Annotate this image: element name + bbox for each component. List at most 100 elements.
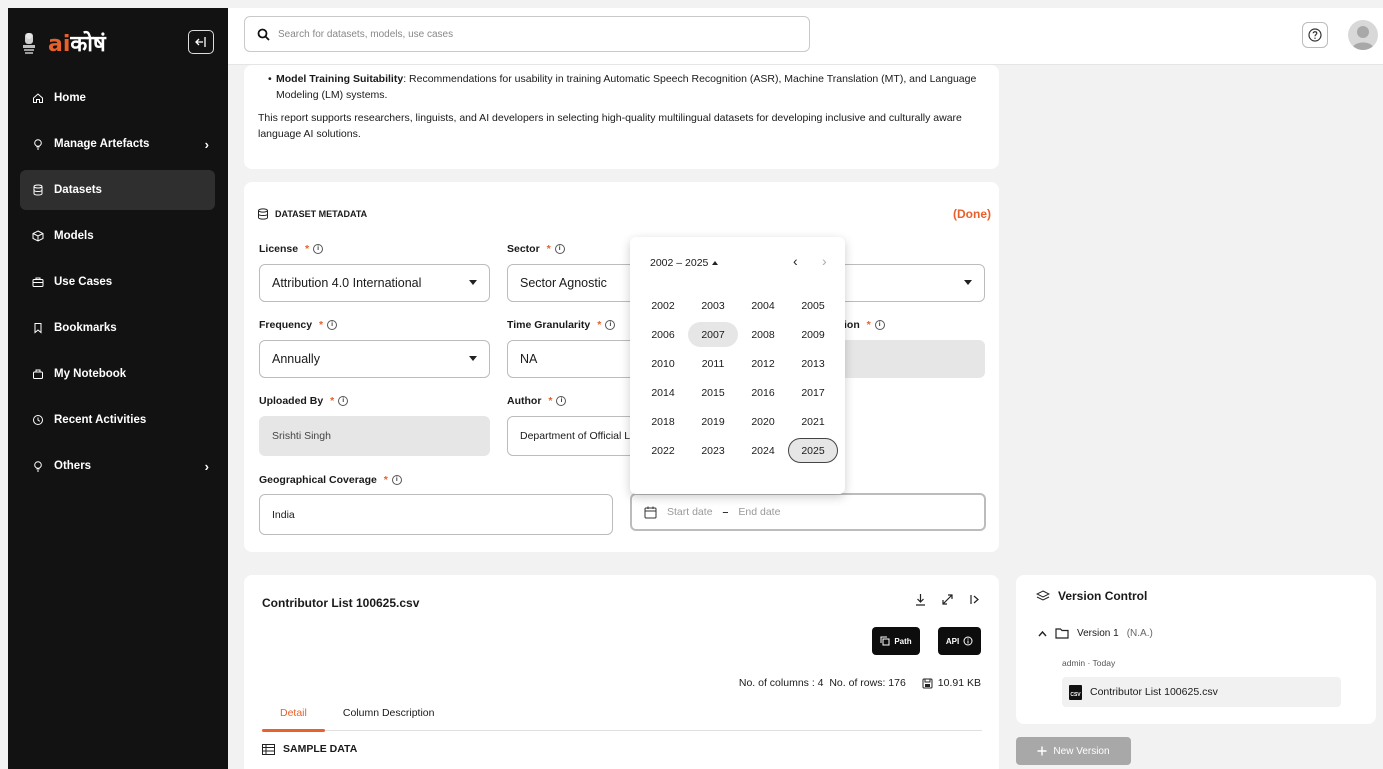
sidebar-item-models[interactable]: Models bbox=[20, 216, 215, 256]
search-bar[interactable] bbox=[244, 16, 810, 52]
year-option[interactable]: 2016 bbox=[738, 380, 788, 405]
year-option[interactable]: 2007 bbox=[688, 322, 738, 347]
info-icon[interactable]: i bbox=[605, 320, 616, 330]
uploaded-by-label: Uploaded By * i bbox=[259, 395, 349, 407]
geo-coverage-field[interactable]: India bbox=[259, 494, 613, 535]
year-range-toggle[interactable]: 2002 – 2025 bbox=[650, 257, 719, 269]
expand-icon[interactable] bbox=[941, 593, 954, 606]
info-icon[interactable]: i bbox=[327, 320, 338, 330]
sidebar-item-label: Recent Activities bbox=[54, 414, 147, 426]
year-option[interactable]: 2014 bbox=[638, 380, 688, 405]
sidebar-item-datasets[interactable]: Datasets bbox=[20, 170, 215, 210]
database-icon bbox=[258, 208, 268, 220]
collapse-panel-icon[interactable] bbox=[968, 593, 981, 606]
database-icon bbox=[30, 182, 46, 198]
file-toolbar bbox=[914, 593, 981, 606]
year-option[interactable]: 2013 bbox=[788, 351, 838, 376]
date-separator: – bbox=[722, 506, 729, 518]
year-option[interactable]: 2015 bbox=[688, 380, 738, 405]
year-option[interactable]: 2005 bbox=[788, 293, 838, 318]
date-range-input[interactable]: Start date – End date bbox=[630, 493, 986, 531]
info-icon[interactable]: i bbox=[338, 396, 349, 406]
start-date-placeholder[interactable]: Start date bbox=[667, 506, 713, 518]
info-icon[interactable]: i bbox=[554, 244, 565, 254]
info-icon[interactable]: i bbox=[556, 396, 567, 406]
top-bar bbox=[228, 8, 1383, 65]
api-button[interactable]: API bbox=[938, 627, 981, 655]
year-option[interactable]: 2017 bbox=[788, 380, 838, 405]
folder-icon bbox=[1055, 628, 1069, 639]
sidebar-item-others[interactable]: Others › bbox=[20, 446, 215, 486]
caret-down-icon bbox=[964, 280, 972, 285]
description-card: Model Training Suitability: Recommendati… bbox=[244, 65, 999, 169]
year-option[interactable]: 2012 bbox=[738, 351, 788, 376]
frequency-label: Frequency * i bbox=[259, 319, 338, 331]
chevron-up-icon[interactable] bbox=[1038, 630, 1047, 637]
sidebar-item-label: Use Cases bbox=[54, 276, 113, 288]
version-note: (N.A.) bbox=[1126, 627, 1153, 639]
frequency-select[interactable]: Annually bbox=[259, 340, 490, 378]
year-option[interactable]: 2025 bbox=[788, 438, 838, 463]
year-option[interactable]: 2019 bbox=[688, 409, 738, 434]
info-icon[interactable]: i bbox=[313, 244, 324, 254]
year-option[interactable]: 2002 bbox=[638, 293, 688, 318]
previous-years-button[interactable]: ‹ bbox=[793, 253, 798, 269]
year-option[interactable]: 2021 bbox=[788, 409, 838, 434]
download-icon[interactable] bbox=[914, 593, 927, 606]
file-size: 10.91 KB bbox=[937, 677, 981, 689]
info-icon[interactable]: i bbox=[391, 475, 402, 485]
calendar-icon bbox=[644, 506, 657, 518]
avatar[interactable] bbox=[1348, 20, 1378, 50]
sidebar-item-recent-activities[interactable]: Recent Activities bbox=[20, 400, 215, 440]
year-option[interactable]: 2022 bbox=[638, 438, 688, 463]
sidebar-item-bookmarks[interactable]: Bookmarks bbox=[20, 308, 215, 348]
columns-count: No. of columns : 4 bbox=[738, 677, 824, 689]
next-years-button[interactable]: › bbox=[822, 253, 827, 269]
tab-column-description[interactable]: Column Description bbox=[325, 699, 453, 730]
version-row[interactable]: Version 1 (N.A.) bbox=[1038, 627, 1153, 639]
collapse-sidebar-button[interactable] bbox=[188, 30, 214, 54]
help-button[interactable] bbox=[1302, 22, 1328, 48]
year-option[interactable]: 2009 bbox=[788, 322, 838, 347]
sidebar-item-manage-artefacts[interactable]: Manage Artefacts › bbox=[20, 124, 215, 164]
sidebar-item-home[interactable]: Home bbox=[20, 78, 215, 118]
sample-data-heading: SAMPLE DATA bbox=[262, 743, 357, 755]
end-date-placeholder[interactable]: End date bbox=[738, 506, 780, 518]
version-meta: admin · Today bbox=[1062, 658, 1116, 668]
year-option[interactable]: 2023 bbox=[688, 438, 738, 463]
sidebar-nav: Home Manage Artefacts › Datasets Models … bbox=[20, 78, 215, 492]
time-granularity-label: Time Granularity * i bbox=[507, 319, 616, 331]
license-select[interactable]: Attribution 4.0 International bbox=[259, 264, 490, 302]
year-option[interactable]: 2024 bbox=[738, 438, 788, 463]
tab-detail[interactable]: Detail bbox=[262, 699, 325, 732]
caret-up-icon bbox=[712, 261, 719, 265]
description-paragraph: This report supports researchers, lingui… bbox=[258, 112, 962, 140]
year-option[interactable]: 2011 bbox=[688, 351, 738, 376]
year-option[interactable]: 2008 bbox=[738, 322, 788, 347]
sidebar: aiकोषं Home Manage Artefacts › Datasets … bbox=[8, 8, 228, 769]
version-control-card: Version Control Version 1 (N.A.) admin ·… bbox=[1016, 575, 1376, 724]
sidebar-item-label: Bookmarks bbox=[54, 322, 117, 334]
sidebar-item-use-cases[interactable]: Use Cases bbox=[20, 262, 215, 302]
year-option[interactable]: 2004 bbox=[738, 293, 788, 318]
copy-icon bbox=[880, 636, 890, 646]
rows-count: No. of rows: 176 bbox=[829, 677, 906, 689]
info-icon[interactable]: i bbox=[874, 320, 885, 330]
brand-logo[interactable]: aiकोषं bbox=[20, 28, 106, 58]
description-bullet: Model Training Suitability: Recommendati… bbox=[258, 71, 985, 103]
sidebar-item-label: Datasets bbox=[54, 184, 102, 196]
national-emblem-icon bbox=[23, 33, 35, 54]
sidebar-item-label: Others bbox=[54, 460, 92, 472]
search-input[interactable] bbox=[278, 28, 778, 40]
year-option[interactable]: 2003 bbox=[688, 293, 738, 318]
year-option[interactable]: 2010 bbox=[638, 351, 688, 376]
year-option[interactable]: 2006 bbox=[638, 322, 688, 347]
copy-path-button[interactable]: Path bbox=[872, 627, 920, 655]
dataset-metadata-card: DATASET METADATA (Done) License * i Attri… bbox=[244, 182, 999, 552]
sidebar-item-my-notebook[interactable]: My Notebook bbox=[20, 354, 215, 394]
year-option[interactable]: 2020 bbox=[738, 409, 788, 434]
version-file-item[interactable]: CSV Contributor List 100625.csv bbox=[1062, 677, 1341, 707]
year-option[interactable]: 2018 bbox=[638, 409, 688, 434]
cube-icon bbox=[30, 228, 46, 244]
new-version-button[interactable]: New Version bbox=[1016, 737, 1131, 765]
